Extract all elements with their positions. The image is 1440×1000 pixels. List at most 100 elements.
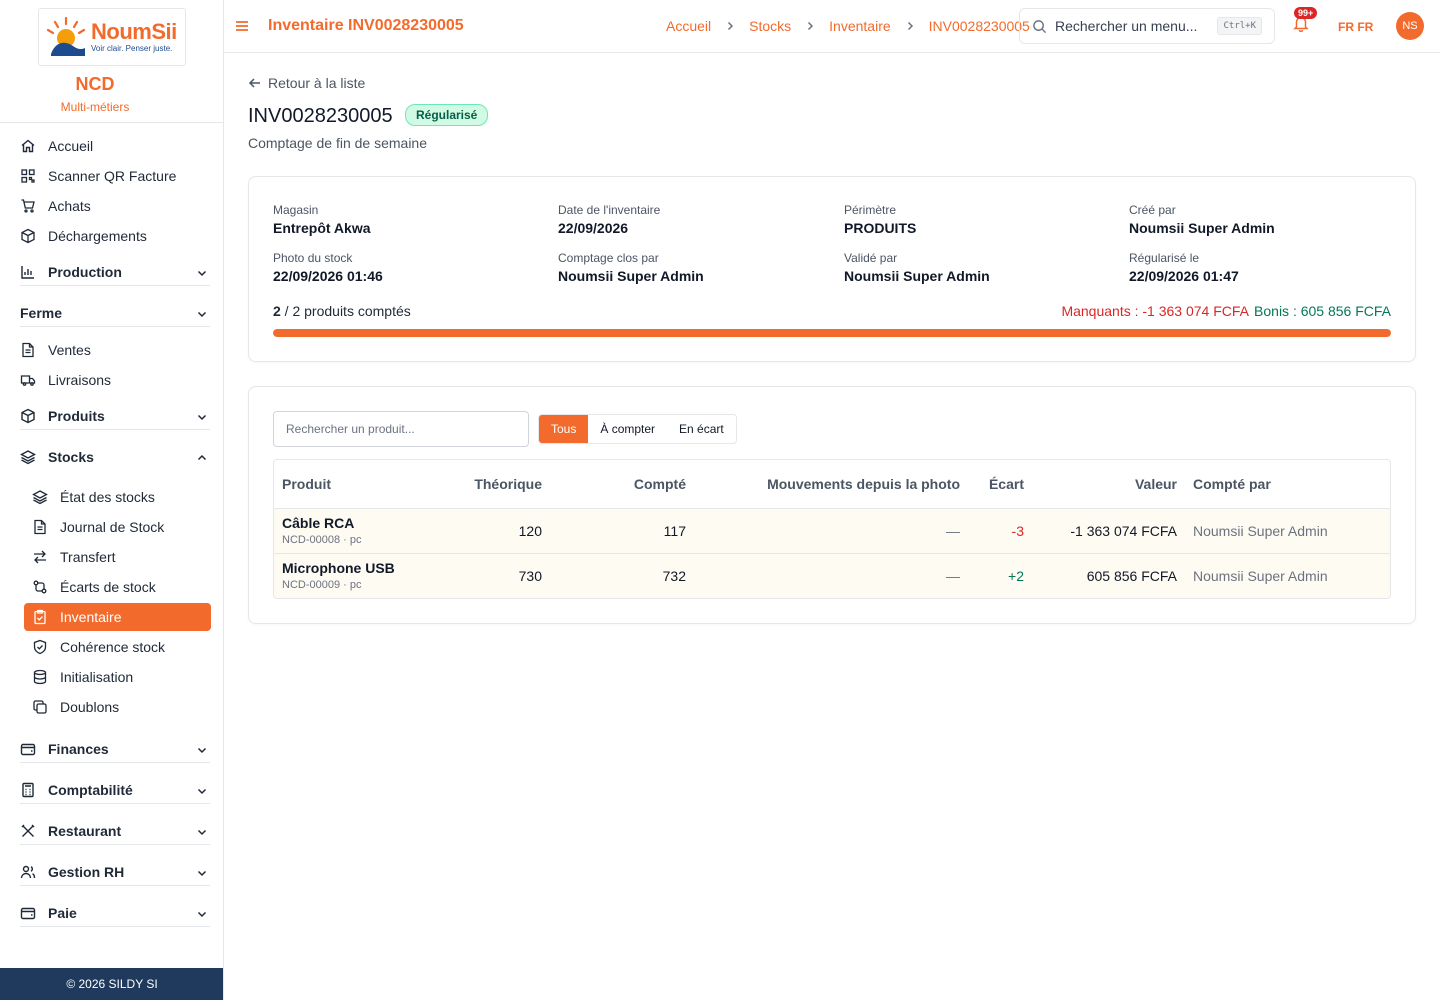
col-produit[interactable]: Produit <box>282 476 331 492</box>
product-search-input[interactable]: Rechercher un produit... <box>273 411 529 447</box>
sidebar-group-label: Restaurant <box>48 822 122 839</box>
chevron-right-icon <box>805 21 815 31</box>
utensils-icon <box>20 823 36 839</box>
sidebar-item-label: Initialisation <box>60 669 134 685</box>
chevron-right-icon <box>905 21 915 31</box>
back-link[interactable]: Retour à la liste <box>248 75 365 91</box>
arrow-left-icon <box>248 76 262 90</box>
sidebar-item-scanner[interactable]: Scanner QR Facture <box>20 162 210 190</box>
product-name: Microphone USB <box>282 560 395 576</box>
sidebar-item-initialisation[interactable]: Initialisation <box>32 663 210 691</box>
counted-number: 2 <box>273 303 281 319</box>
inventory-code: INV0028230005 <box>248 105 393 127</box>
info-value: 22/09/2026 01:47 <box>1129 268 1239 284</box>
info-value: Entrepôt Akwa <box>273 220 371 236</box>
sidebar-item-etat-stocks[interactable]: État des stocks <box>32 483 210 511</box>
filter-en-ecart[interactable]: En écart <box>667 415 736 443</box>
sidebar-group-ferme[interactable]: Ferme <box>20 299 210 327</box>
menu-toggle-icon[interactable] <box>234 18 250 39</box>
info-valide-par: Validé par Noumsii Super Admin <box>844 251 1104 284</box>
info-label: Périmètre <box>844 203 897 217</box>
col-ecart[interactable]: Écart <box>964 476 1024 492</box>
inventory-description: Comptage de fin de semaine <box>248 135 427 151</box>
status-badge: Régularisé <box>405 104 489 126</box>
col-theorique[interactable]: Théorique <box>434 476 542 492</box>
sidebar-group-finances[interactable]: Finances <box>20 735 210 763</box>
filter-tabs: Tous À compter En écart <box>538 414 737 444</box>
filter-tous[interactable]: Tous <box>539 415 589 443</box>
sidebar-item-dechargements[interactable]: Déchargements <box>20 222 210 250</box>
sidebar-item-ventes[interactable]: Ventes <box>20 336 210 364</box>
sidebar-item-achats[interactable]: Achats <box>20 192 210 220</box>
sidebar-group-label: Ferme <box>20 304 63 321</box>
info-label: Photo du stock <box>273 251 353 265</box>
sidebar-group-stocks[interactable]: Stocks <box>20 443 210 471</box>
product-name: Câble RCA <box>282 515 355 531</box>
sidebar-item-accueil[interactable]: Accueil <box>20 132 210 160</box>
app: NoumSii Voir clair. Penser juste. NCD Mu… <box>0 0 1440 1000</box>
menu-search-input[interactable]: Rechercher un menu... Ctrl+K <box>1019 8 1275 44</box>
sidebar-item-inventaire[interactable]: Inventaire <box>24 603 211 631</box>
count-rest: / 2 produits comptés <box>280 303 411 319</box>
breadcrumb: Accueil Stocks Inventaire INV0028230005 <box>666 18 1030 34</box>
sidebar-item-livraisons[interactable]: Livraisons <box>20 366 210 394</box>
sidebar-group-rh[interactable]: Gestion RH <box>20 858 210 886</box>
compte-value: 117 <box>663 523 686 539</box>
sidebar-item-label: État des stocks <box>60 489 155 505</box>
compte-par-value: Noumsii Super Admin <box>1193 568 1328 584</box>
sidebar-item-doublons[interactable]: Doublons <box>32 693 210 721</box>
sidebar-item-journal-stock[interactable]: Journal de Stock <box>32 513 210 541</box>
page-title: Inventaire INV0028230005 <box>268 17 464 34</box>
chevron-down-icon <box>196 266 208 282</box>
breadcrumb-accueil[interactable]: Accueil <box>666 18 711 34</box>
breadcrumb-inventaire[interactable]: Inventaire <box>829 18 890 34</box>
sidebar-item-coherence-stock[interactable]: Cohérence stock <box>32 633 210 661</box>
org-subtitle: Multi-métiers <box>60 100 130 114</box>
clipboard-check-icon <box>32 609 48 625</box>
breadcrumb-stocks[interactable]: Stocks <box>749 18 791 34</box>
col-mouvements[interactable]: Mouvements depuis la photo <box>714 476 960 492</box>
arrows-swap-icon <box>32 549 48 565</box>
sidebar-item-label: Accueil <box>48 138 94 154</box>
chevron-down-icon <box>196 866 208 882</box>
mouvements-value: — <box>946 523 960 539</box>
layers-icon <box>20 449 36 465</box>
cart-icon <box>20 198 36 214</box>
logo[interactable]: NoumSii Voir clair. Penser juste. <box>38 8 186 66</box>
product-cell: Microphone USB NCD-00009 · pc <box>282 560 395 591</box>
logo-sun-icon <box>43 14 89 60</box>
filter-a-compter[interactable]: À compter <box>588 415 668 443</box>
sidebar-group-production[interactable]: Production <box>20 258 210 286</box>
chevron-up-icon <box>196 451 208 467</box>
chevron-down-icon <box>196 784 208 800</box>
search-placeholder: Rechercher un menu... <box>1055 18 1198 34</box>
info-value: Noumsii Super Admin <box>844 268 990 284</box>
sidebar-group-label: Production <box>48 263 122 280</box>
col-valeur[interactable]: Valeur <box>1054 476 1177 492</box>
product-meta: NCD-00009 · pc <box>282 579 362 591</box>
sidebar-group-restaurant[interactable]: Restaurant <box>20 817 210 845</box>
sidebar-item-ecarts-stock[interactable]: Écarts de stock <box>32 573 210 601</box>
mouvements-value: — <box>946 568 960 584</box>
user-avatar[interactable]: NS <box>1396 12 1424 40</box>
sidebar-item-transfert[interactable]: Transfert <box>32 543 210 571</box>
chart-bar-icon <box>20 264 36 280</box>
chevron-down-icon <box>196 307 208 323</box>
chevron-right-icon <box>725 21 735 31</box>
table-row[interactable]: Microphone USB NCD-00009 · pc 730 732 — … <box>274 554 1390 598</box>
language-switcher[interactable]: FR FR <box>1338 20 1373 34</box>
sidebar-group-produits[interactable]: Produits <box>20 402 210 430</box>
table-row[interactable]: Câble RCA NCD-00008 · pc 120 117 — -3 -1… <box>274 509 1390 554</box>
col-compte[interactable]: Compté <box>574 476 686 492</box>
sidebar-group-label: Comptabilité <box>48 781 133 798</box>
col-compte-par[interactable]: Compté par <box>1193 476 1271 492</box>
ecart-value: +2 <box>1008 568 1024 584</box>
info-date: Date de l'inventaire 22/09/2026 <box>558 203 818 236</box>
divider <box>0 122 223 123</box>
wallet-icon <box>20 741 36 757</box>
sidebar-group-comptabilite[interactable]: Comptabilité <box>20 776 210 804</box>
sidebar-item-label: Livraisons <box>48 372 112 388</box>
sidebar-group-paie[interactable]: Paie <box>20 899 210 927</box>
sidebar-item-label: Inventaire <box>60 609 122 625</box>
sidebar-item-label: Doublons <box>60 699 120 715</box>
